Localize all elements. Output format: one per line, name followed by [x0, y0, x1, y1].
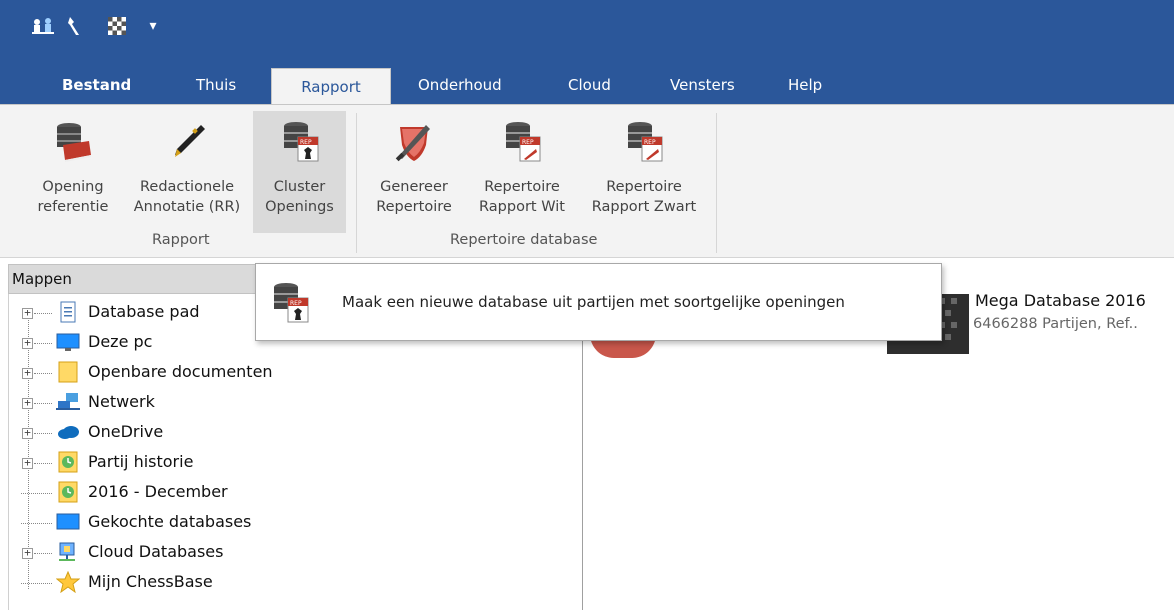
editorial-annotation-button[interactable]: Redactionele Annotatie (RR) [120, 111, 254, 233]
chessbase-window: ▾ Bestand Thuis Rapport Onderhoud Cloud … [0, 0, 1174, 610]
tree-connector [21, 523, 52, 524]
customize-dropdown-icon[interactable]: ▾ [145, 16, 161, 36]
cluster-openings-button[interactable]: REP Cluster Openings [253, 111, 346, 233]
chessboard-icon[interactable] [106, 16, 128, 36]
tree-item-label: Database pad [88, 302, 200, 321]
history-clock-icon [58, 451, 78, 473]
tree-connector [34, 403, 52, 404]
folder-tree: + Database pad + Deze pc + Openbare docu… [8, 294, 583, 610]
database-report-icon: REP [283, 122, 318, 162]
tree-item-label: Openbare documenten [88, 362, 273, 381]
database-report-white-icon: REP [506, 122, 541, 162]
tree-connector [34, 553, 52, 554]
tree-item-2016-december[interactable]: 2016 - December [9, 477, 569, 507]
tree-item-netwerk[interactable]: + Netwerk [9, 387, 569, 417]
svg-text:REP: REP [300, 139, 312, 146]
group-label-repertoire-database: Repertoire database [450, 232, 598, 248]
tab-rapport[interactable]: Rapport [271, 68, 391, 104]
tree-item-openbare-documenten[interactable]: + Openbare documenten [9, 357, 569, 387]
shield-sword-icon [395, 125, 430, 162]
tree-item-label: Deze pc [88, 332, 153, 351]
tree-item-label: Cloud Databases [88, 542, 224, 561]
svg-text:REP: REP [644, 139, 656, 146]
database-report-icon: REP [274, 283, 309, 323]
monitor-icon [56, 513, 80, 530]
expand-icon[interactable]: + [22, 427, 33, 439]
ribbon: Opening referentie Redactionele Annotati… [0, 104, 1174, 258]
button-label: Cluster Openings [265, 179, 334, 215]
button-label: Repertoire Rapport Zwart [591, 179, 697, 215]
expand-icon[interactable]: + [22, 337, 33, 349]
expand-icon[interactable]: + [22, 547, 33, 559]
button-label: Opening referentie [37, 179, 109, 215]
tab-cloud[interactable]: Cloud [568, 66, 611, 104]
ribbon-tabs: Bestand Thuis Rapport Onderhoud Cloud Ve… [0, 66, 1174, 104]
tab-onderhoud[interactable]: Onderhoud [418, 66, 502, 104]
database-book-icon [57, 123, 91, 162]
wrench-icon[interactable] [64, 16, 84, 36]
repertoire-report-black-button[interactable]: REP Repertoire Rapport Zwart [582, 111, 706, 233]
tree-item-partij-historie[interactable]: + Partij historie [9, 447, 569, 477]
onedrive-cloud-icon [58, 426, 79, 439]
tab-vensters[interactable]: Vensters [670, 66, 735, 104]
tree-connector [34, 373, 52, 374]
tree-item-label: Gekochte databases [88, 512, 252, 531]
database-subtitle: 6466288 Partijen, Ref.. [973, 316, 1138, 332]
expand-icon[interactable]: + [22, 457, 33, 469]
opening-reference-button[interactable]: Opening referentie [30, 111, 116, 233]
tab-bestand[interactable]: Bestand [62, 66, 131, 104]
tree-connector [34, 433, 52, 434]
group-separator [716, 113, 717, 253]
expand-icon[interactable]: + [22, 367, 33, 379]
expand-icon[interactable]: + [22, 397, 33, 409]
tree-connector [34, 343, 52, 344]
tree-item-label: Partij historie [88, 452, 194, 471]
folders-panel-title: Mappen [12, 270, 72, 288]
tree-connector [34, 313, 52, 314]
tree-item-label: Mijn ChessBase [88, 572, 213, 591]
title-bar: ▾ [0, 0, 1174, 66]
button-label: Repertoire Rapport Wit [479, 179, 565, 215]
tree-item-gekochte-databases[interactable]: Gekochte databases [9, 507, 569, 537]
cluster-openings-tooltip: REP Maak een nieuwe database uit partije… [255, 263, 942, 341]
database-report-black-icon: REP [628, 122, 663, 162]
monitor-icon [56, 333, 80, 351]
cloud-database-icon [59, 542, 75, 561]
database-title[interactable]: Mega Database 2016 [975, 291, 1146, 310]
tree-connector [34, 463, 52, 464]
group-label-rapport: Rapport [152, 232, 210, 248]
tree-item-mijn-chessbase[interactable]: Mijn ChessBase [9, 567, 569, 597]
tab-help[interactable]: Help [788, 66, 822, 104]
expand-icon[interactable]: + [22, 307, 33, 319]
fountain-pen-icon [175, 125, 205, 157]
svg-text:REP: REP [290, 300, 302, 307]
history-clock-icon [58, 481, 78, 503]
folder-icon [58, 361, 78, 383]
generate-repertoire-button[interactable]: Genereer Repertoire [366, 111, 462, 233]
tree-connector [21, 583, 52, 584]
tree-connector [21, 493, 52, 494]
tree-item-label: 2016 - December [88, 482, 228, 501]
network-icon [56, 393, 80, 410]
repertoire-report-white-button[interactable]: REP Repertoire Rapport Wit [464, 111, 580, 233]
button-label: Genereer Repertoire [376, 179, 452, 215]
svg-text:REP: REP [522, 139, 534, 146]
button-label: Redactionele Annotatie (RR) [133, 179, 241, 215]
chess-pieces-icon[interactable] [30, 16, 56, 36]
tooltip-text: Maak een nieuwe database uit partijen me… [342, 293, 845, 311]
star-icon [56, 571, 80, 593]
document-icon [60, 301, 76, 323]
group-separator [356, 113, 357, 253]
tree-item-label: Netwerk [88, 392, 155, 411]
tree-item-label: OneDrive [88, 422, 164, 441]
tree-item-cloud-databases[interactable]: + Cloud Databases [9, 537, 569, 567]
tab-thuis[interactable]: Thuis [196, 66, 236, 104]
tree-item-onedrive[interactable]: + OneDrive [9, 417, 569, 447]
